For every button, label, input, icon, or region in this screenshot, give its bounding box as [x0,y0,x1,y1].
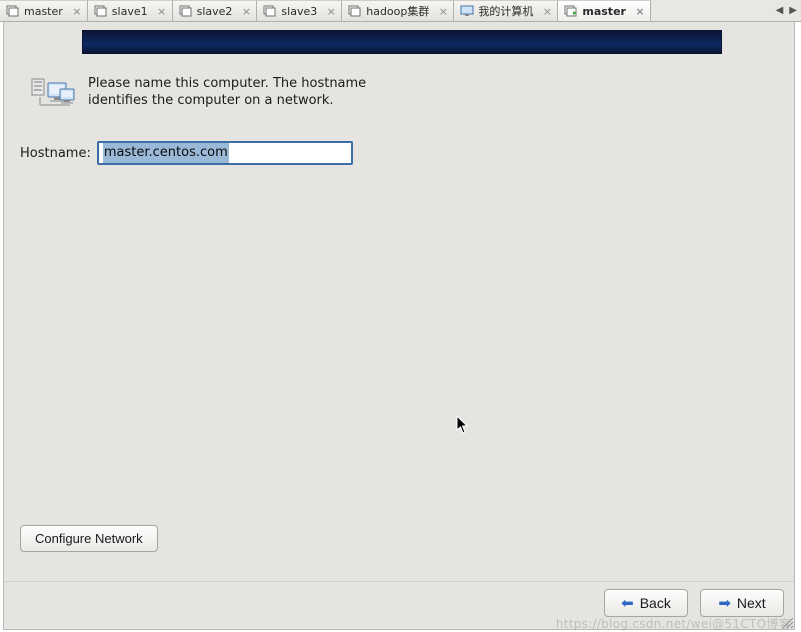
tab-label: master [582,5,626,18]
resize-grip-icon[interactable] [780,615,794,629]
tab-label: slave2 [197,5,233,18]
hostname-input-value: master.centos.com [103,143,229,163]
window-icon [94,5,108,17]
tab-slave3[interactable]: slave3 × [257,0,342,21]
tab-hadoop-cluster[interactable]: hadoop集群 × [342,0,454,21]
close-icon[interactable]: × [71,5,83,17]
hostname-label: Hostname: [20,146,91,161]
window-icon [6,5,20,17]
back-button[interactable]: ⬅ Back [604,589,688,617]
back-label: Back [640,595,671,611]
hostname-input[interactable]: master.centos.com [97,141,353,165]
configure-network-label: Configure Network [35,531,143,546]
network-computer-icon [30,75,76,118]
tab-label: 我的计算机 [478,3,533,19]
close-icon[interactable]: × [325,5,337,17]
tab-label: hadoop集群 [366,3,429,19]
monitor-icon [460,5,474,17]
header-banner [82,30,722,54]
next-button[interactable]: ➡ Next [700,589,784,617]
tab-slave1[interactable]: slave1 × [88,0,173,21]
tab-master-2[interactable]: master × [558,0,651,21]
mouse-cursor-icon [456,415,470,438]
hostname-row: Hostname: master.centos.com [20,141,353,165]
tab-scroll-left-icon[interactable]: ◀ [776,5,784,16]
window-icon [348,5,362,17]
tab-slave2[interactable]: slave2 × [173,0,258,21]
window-icon [263,5,277,17]
close-icon[interactable]: × [437,5,449,17]
tab-master-1[interactable]: master × [0,0,88,21]
tab-bar: master × slave1 × slave2 × slave3 × hado… [0,0,801,22]
close-icon[interactable]: × [541,5,553,17]
tab-label: slave1 [112,5,148,18]
tab-scroll-right-icon[interactable]: ▶ [789,5,797,16]
installer-page: Please name this computer. The hostname … [3,22,795,630]
arrow-left-icon: ⬅ [621,596,634,611]
next-label: Next [737,595,766,611]
tab-scroll-controls: ◀ ▶ [772,0,801,21]
close-icon[interactable]: × [156,5,168,17]
tab-label: master [24,5,63,18]
intro-block: Please name this computer. The hostname … [30,75,378,118]
close-icon[interactable]: × [634,5,646,17]
configure-network-button[interactable]: Configure Network [20,525,158,552]
footer-divider [4,581,794,582]
nav-buttons: ⬅ Back ➡ Next [604,589,784,617]
tab-label: slave3 [281,5,317,18]
tab-my-computer[interactable]: 我的计算机 × [454,0,558,21]
arrow-right-icon: ➡ [718,596,731,611]
window-icon [179,5,193,17]
intro-text: Please name this computer. The hostname … [88,75,378,118]
window-play-icon [564,5,578,17]
close-icon[interactable]: × [240,5,252,17]
